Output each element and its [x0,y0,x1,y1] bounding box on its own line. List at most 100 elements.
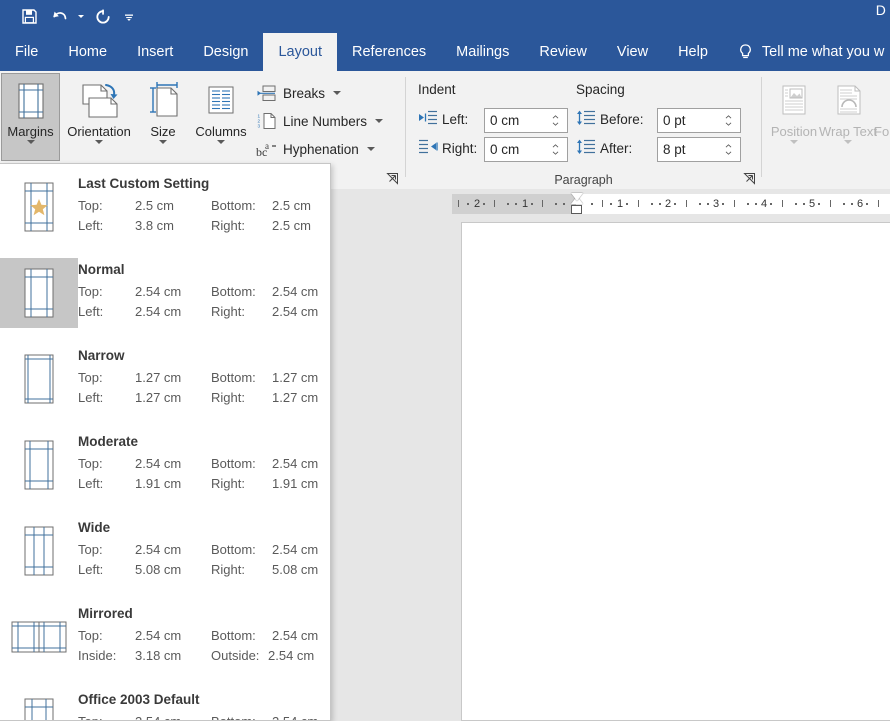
svg-text:3: 3 [258,124,261,129]
margins-icon [9,74,53,122]
size-button[interactable]: Size [140,74,186,158]
bottom-label: Bottom: [211,456,256,471]
customize-quick-access-icon[interactable] [118,4,140,30]
bring-forward-label: Fo [874,124,890,139]
chevron-down-icon [95,140,103,144]
indent-left-icon [418,110,438,128]
tell-me-box[interactable]: Tell me what you w [723,33,885,71]
top-label: Top: [78,542,103,557]
page-setup-dialog-launcher[interactable] [386,172,400,186]
margins-option-narrow[interactable]: Narrow Top: 1.27 cm Bottom: 1.27 cm Left… [0,336,330,422]
margins-option-name: Narrow [78,348,125,363]
orientation-label: Orientation [67,124,131,139]
left-value: 5.08 cm [135,562,182,577]
margins-option-row: Left: 1.27 cm Right: 1.27 cm [78,388,330,408]
paragraph-group-label: Paragraph [554,173,613,187]
undo-dropdown-icon[interactable] [74,4,88,30]
tab-review[interactable]: Review [524,33,602,71]
top-value: 2.54 cm [135,456,182,471]
outside-value: 2.54 cm [268,648,315,663]
wrap-text-button[interactable]: Wrap Text [819,74,877,158]
margins-option-row: Left: 2.54 cm Right: 2.54 cm [78,302,330,322]
top-value: 2.5 cm [135,198,175,213]
bottom-value: 2.54 cm [272,712,318,720]
right-value: 2.54 cm [272,304,319,319]
document-page[interactable] [461,222,890,721]
bottom-label: Bottom: [211,712,272,720]
spacing-before-value: 0 pt [663,113,686,128]
margins-option-row: Top: 2.5 cm Bottom: 2.5 cm [78,196,330,216]
spacing-after-input[interactable]: 8 pt [657,137,741,162]
margins-option-last-custom[interactable]: Last Custom Setting Top: 2.5 cm Bottom: … [0,164,330,250]
tab-view[interactable]: View [602,33,663,71]
bottom-label: Bottom: [211,284,256,299]
tab-home[interactable]: Home [53,33,122,71]
margins-button[interactable]: Margins [1,73,60,161]
ruler-label-right-2: 2 [665,198,672,210]
tell-me-label: Tell me what you w [761,44,885,60]
indent-right-input[interactable]: 0 cm [484,137,568,162]
spacing-after-value: 8 pt [663,142,686,157]
chevron-down-icon [333,91,342,95]
svg-text:a: a [265,141,269,151]
chevron-down-icon [217,140,225,144]
top-label: Top: [78,712,135,720]
bottom-value: 1.27 cm [272,370,319,385]
margins-normal-thumb [0,258,78,328]
line-numbers-icon: 1 2 3 [256,111,278,131]
spacing-before-stepper[interactable] [720,109,740,132]
lightbulb-icon [737,43,754,62]
tab-mailings[interactable]: Mailings [441,33,524,71]
bottom-value: 2.54 cm [272,284,319,299]
margins-option-name: Office 2003 Default [78,692,200,707]
hanging-indent-marker[interactable] [571,193,583,201]
left-indent-marker[interactable] [571,205,582,214]
tab-design[interactable]: Design [188,33,263,71]
orientation-button[interactable]: Orientation [62,74,136,158]
chevron-down-icon [844,140,852,144]
indent-left-label: Left: [442,112,469,127]
margins-option-office-2003-default[interactable]: Office 2003 Default Top: 2.54 cm Bottom:… [0,680,330,720]
left-value: 1.27 cm [135,390,182,405]
paragraph-dialog-launcher[interactable] [743,172,757,186]
chevron-down-icon [790,140,798,144]
tab-references[interactable]: References [337,33,441,71]
breaks-label: Breaks [283,85,326,101]
line-numbers-button[interactable]: 1 2 3 Line Numbers [256,107,384,135]
indent-right-stepper[interactable] [547,138,567,161]
margins-option-name: Last Custom Setting [78,176,210,191]
breaks-button[interactable]: Breaks [256,79,342,107]
redo-icon[interactable] [88,4,118,30]
columns-button[interactable]: Columns [188,74,254,158]
margins-option-mirrored[interactable]: Mirrored Top: 2.54 cm Bottom: 2.54 cm In… [0,594,330,680]
margins-option-name: Mirrored [78,606,133,621]
bring-forward-button[interactable]: Fo [874,74,890,158]
tab-help[interactable]: Help [663,33,723,71]
margins-option-normal[interactable]: Normal Top: 2.54 cm Bottom: 2.54 cm Left… [0,250,330,336]
save-icon[interactable] [14,4,44,30]
top-value: 1.27 cm [135,370,182,385]
chevron-up-icon [552,115,559,119]
bottom-value: 2.54 cm [272,542,319,557]
chevron-down-icon [725,151,732,155]
indent-right-value: 0 cm [490,142,520,157]
spacing-after-stepper[interactable] [720,138,740,161]
tab-file[interactable]: File [0,33,53,71]
hyphenation-button[interactable]: bc a Hyphenation [256,135,375,163]
bottom-label: Bottom: [211,628,256,643]
top-label: Top: [78,370,103,385]
position-button[interactable]: Position [766,74,822,158]
indent-left-input[interactable]: 0 cm [484,108,568,133]
chevron-down-icon [26,140,35,144]
chevron-down-icon [375,119,384,123]
margins-option-wide[interactable]: Wide Top: 2.54 cm Bottom: 2.54 cm Left: … [0,508,330,594]
spacing-before-input[interactable]: 0 pt [657,108,741,133]
margins-option-moderate[interactable]: Moderate Top: 2.54 cm Bottom: 2.54 cm Le… [0,422,330,508]
margins-option-row: Left: 5.08 cm Right: 5.08 cm [78,560,330,580]
tab-layout[interactable]: Layout [263,33,338,71]
title-bar: D [0,0,890,33]
indent-left-stepper[interactable] [547,109,567,132]
tab-insert[interactable]: Insert [122,33,188,71]
undo-icon[interactable] [44,4,74,30]
ruler-label-right-5: 5 [809,198,816,210]
